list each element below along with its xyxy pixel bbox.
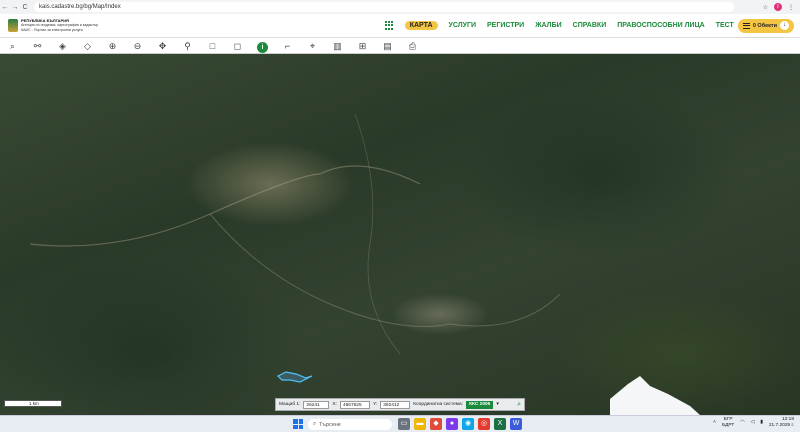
taskbar-pinned-apps: ▭ ▬ ◆ ● ◉ ◎ X W [398,418,522,430]
main-menu: КАРТА УСЛУГИ РЕГИСТРИ ЖАЛБИ СПРАВКИ ПРАВ… [384,21,738,30]
windows-taskbar: ⌕ Търсене ▭ ▬ ◆ ● ◉ ◎ X W ˄ БГР БДРТ ◠ ◁… [0,415,800,432]
battery-icon[interactable]: ▮ [760,420,763,425]
search-coordinates-icon[interactable]: ⌕ [517,401,521,409]
menu-item-registers[interactable]: РЕГИСТРИ [487,22,524,29]
site-header: РЕПУБЛИКА БЪЛГАРИЯ Агенция по геодезия, … [0,14,800,38]
crest-icon [8,19,18,32]
menu-item-licensed-persons[interactable]: ПРАВОСПОСОБНИ ЛИЦА [617,22,705,29]
menu-item-reports[interactable]: СПРАВКИ [573,22,607,29]
scale-label: Мащаб 1: [279,402,301,407]
x-coordinate-input[interactable]: 4667625 [339,400,370,409]
zoom-in-icon[interactable]: ⊕ [100,38,125,54]
bookmark-star-icon[interactable]: ☆ [763,4,768,11]
excel-icon[interactable]: X [494,418,506,430]
pan-icon[interactable]: ✥ [150,38,175,54]
volume-icon[interactable]: ◁ [750,420,754,425]
back-icon[interactable]: ← [0,4,10,11]
menu-item-map[interactable]: КАРТА [404,21,438,30]
draw-polygon-icon[interactable]: ⌖ [300,38,325,54]
address-bar[interactable]: kais.cadastre.bg/bg/Map/Index [34,2,734,12]
select-rectangle-icon[interactable]: □ [200,38,225,54]
map-overlay [29,113,700,415]
layers-icon[interactable]: ◈ [50,38,75,54]
cloud-patch [610,376,700,415]
profile-avatar[interactable]: I [774,3,782,11]
search-icon: ⌕ [313,421,317,427]
clock[interactable]: 12:18 21.7.2025 г. [769,417,794,428]
menu-item-complaints[interactable]: ЖАЛБИ [535,22,561,29]
word-icon[interactable]: W [510,418,522,430]
apps-grid-icon[interactable] [384,21,394,30]
coordinate-system-select[interactable]: ККС 2005 [466,400,494,409]
url-text: kais.cadastre.bg/bg/Map/Index [39,4,121,10]
store-icon[interactable]: ◆ [430,418,442,430]
x-label: X: [332,402,337,407]
forward-icon[interactable]: → [10,4,20,11]
document-icon[interactable]: ▤ [375,38,400,54]
objects-label: 0 Обекти [752,22,777,29]
info-icon[interactable]: i [250,38,275,54]
chevron-down-icon[interactable]: ▾ [496,402,498,407]
location-pin-icon[interactable]: ⚲ [175,38,200,54]
list-icon [742,22,750,29]
y-coordinate-input[interactable]: 392412 [380,400,411,409]
map-book-icon[interactable]: ▥ [325,38,350,54]
download-icon: ↓ [780,21,789,30]
satellite-map[interactable]: 1 km [0,54,800,415]
scale-bar-label: 1 km [29,401,39,406]
scale-bar: 1 km [4,400,62,407]
parcel-outline[interactable] [276,371,313,383]
system-label: Координатна система: [413,402,464,407]
edge-icon[interactable]: ◉ [462,418,474,430]
language-indicator[interactable]: БГР БДРТ [722,417,734,428]
taskbar-search-placeholder: Търсене [319,421,341,428]
road-line [209,213,561,327]
chrome-icon[interactable]: ◎ [478,418,490,430]
browser-menu-icon[interactable]: ⋮ [788,4,794,11]
print-icon[interactable]: ⎙ [400,38,425,54]
objects-button[interactable]: 0 Обекти ↓ [737,18,794,33]
scale-input[interactable]: 26241 [303,400,330,409]
layers-tree-icon[interactable]: ⚯ [25,38,50,54]
system-tray: ˄ БГР БДРТ ◠ ◁ ▮ 12:18 21.7.2025 г. [713,417,794,428]
wifi-icon[interactable]: ◠ [740,420,744,425]
task-view-icon[interactable]: ▭ [398,418,410,430]
menu-item-services[interactable]: УСЛУГИ [449,22,477,29]
logo-caption: КАИС - Портал за електронни услуги [21,27,83,32]
road-line [354,113,401,355]
menu-item-test[interactable]: ТЕСТ [716,22,734,29]
coordinate-bar: Мащаб 1: 26241 X: 4667625 Y: 392412 Коор… [275,398,525,411]
search-icon[interactable]: ⌕ [0,38,25,54]
river-line [29,165,421,247]
zoom-out-icon[interactable]: ⊖ [125,38,150,54]
browser-toolbar: ← → C kais.cadastre.bg/bg/Map/Index ☆ I … [0,0,800,14]
split-icon[interactable]: ⊞ [350,38,375,54]
agency-logo[interactable]: РЕПУБЛИКА БЪЛГАРИЯ Агенция по геодезия, … [0,19,101,32]
chevron-up-icon[interactable]: ˄ [713,420,716,425]
y-label: Y: [372,402,378,407]
taskbar-search[interactable]: ⌕ Търсене [308,419,392,430]
app-icon[interactable]: ● [446,418,458,430]
stack-icon[interactable]: ◇ [75,38,100,54]
windows-start-icon[interactable] [293,419,303,429]
file-explorer-icon[interactable]: ▬ [414,418,426,430]
select-area-icon[interactable]: ◻ [225,38,250,54]
reload-icon[interactable]: C [20,4,30,11]
measure-angle-icon[interactable]: ⌐ [275,38,300,54]
map-toolbar: ⌕ ⚯ ◈ ◇ ⊕ ⊖ ✥ ⚲ □ ◻ i ⌐ ⌖ ▥ ⊞ ▤ ⎙ [0,38,800,54]
